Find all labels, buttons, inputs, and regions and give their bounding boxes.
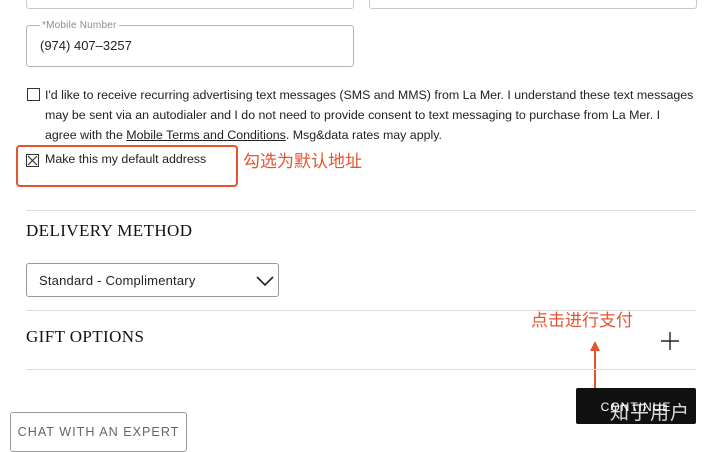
- sms-consent-text: I'd like to receive recurring advertisin…: [45, 85, 695, 145]
- watermark: 知乎用户: [610, 402, 691, 424]
- chat-with-expert-button[interactable]: CHAT WITH AN EXPERT: [10, 412, 187, 452]
- address-field-left[interactable]: [26, 0, 354, 9]
- mobile-number-label: *Mobile Number: [40, 20, 119, 31]
- plus-icon[interactable]: [660, 331, 680, 351]
- gift-options-title[interactable]: GIFT OPTIONS: [26, 327, 144, 347]
- checkbox-x-icon: [27, 155, 38, 166]
- section-divider: [26, 369, 696, 370]
- annotation-pay-note: 点击进行支付: [531, 311, 633, 331]
- delivery-method-title: DELIVERY METHOD: [26, 221, 193, 240]
- mobile-terms-link[interactable]: Mobile Terms and Conditions: [126, 128, 286, 142]
- default-address-label: Make this my default address: [45, 152, 207, 166]
- sms-consent-checkbox[interactable]: [27, 88, 40, 101]
- mobile-number-value[interactable]: (974) 407–3257: [40, 38, 132, 53]
- annotation-default-note: 勾选为默认地址: [243, 152, 362, 172]
- arrow-up-icon: [590, 341, 600, 388]
- chevron-down-icon: [256, 276, 274, 287]
- section-divider: [26, 210, 696, 211]
- address-field-right[interactable]: [369, 0, 697, 9]
- default-address-checkbox[interactable]: [26, 154, 39, 167]
- delivery-method-selected: Standard - Complimentary: [39, 273, 196, 288]
- delivery-method-select[interactable]: Standard - Complimentary: [26, 263, 279, 297]
- sms-consent-text-after: . Msg&data rates may apply.: [285, 128, 442, 142]
